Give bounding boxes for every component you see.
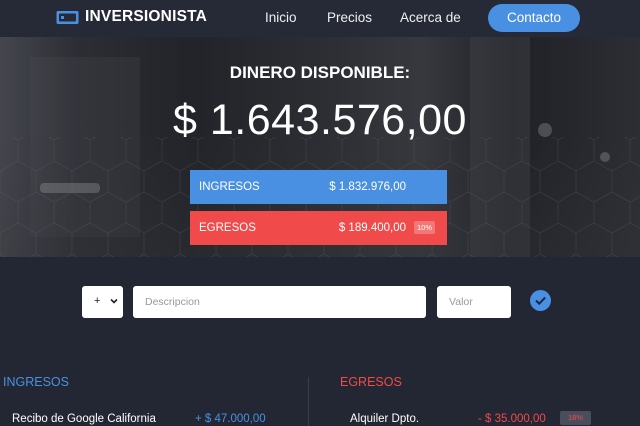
expense-summary-label: EGRESOS <box>199 222 256 234</box>
available-money-title: DINERO DISPONIBLE: <box>229 63 411 82</box>
expense-list-title: EGRESOS <box>340 375 402 389</box>
available-money-amount: $ 1.643.576,00 <box>173 96 467 144</box>
description-placeholder: Descripcion <box>145 296 200 308</box>
income-list-title: INGRESOS <box>3 375 69 389</box>
brand[interactable]: INVERSIONISTA <box>56 8 207 26</box>
expense-item-percentage: 18% <box>560 411 591 425</box>
add-entry-button[interactable] <box>530 290 551 311</box>
brand-name: INVERSIONISTA <box>85 8 208 25</box>
add-entry-form: + Descripcion Valor <box>0 257 640 347</box>
contact-button[interactable]: Contacto <box>488 4 580 32</box>
expense-item-description: Alquiler Dpto. <box>350 413 420 425</box>
nav-link-acerca[interactable]: Acerca de <box>400 10 461 25</box>
expense-item-value: - $ 35.000,00 <box>478 413 546 425</box>
navbar: INVERSIONISTA Inicio Precios Acerca de C… <box>0 0 640 37</box>
wallet-icon <box>56 10 79 24</box>
expense-percentage-badge: 10% <box>414 221 435 234</box>
nav-link-inicio[interactable]: Inicio <box>265 10 297 25</box>
chevron-down-icon <box>110 298 118 304</box>
income-item-value: + $ 47.000,00 <box>195 413 266 425</box>
value-input[interactable]: Valor <box>437 286 511 318</box>
nav-link-precios[interactable]: Precios <box>327 10 372 25</box>
transactions-lists: INGRESOS EGRESOS Recibo de Google Califo… <box>0 347 640 426</box>
income-summary-value: $ 1.832.976,00 <box>329 181 406 193</box>
income-summary: INGRESOS $ 1.832.976,00 <box>190 170 447 204</box>
value-placeholder: Valor <box>449 296 473 308</box>
lists-divider <box>308 377 309 426</box>
type-select-value: + <box>94 295 101 307</box>
expense-summary-value: $ 189.400,00 <box>338 222 406 234</box>
description-input[interactable]: Descripcion <box>133 286 426 318</box>
income-item-description: Recibo de Google California <box>12 413 156 425</box>
expense-summary: EGRESOS $ 189.400,00 10% <box>190 211 447 245</box>
check-icon <box>535 296 546 306</box>
income-summary-label: INGRESOS <box>199 181 260 193</box>
hero-section: DINERO DISPONIBLE: $ 1.643.576,00 INGRES… <box>0 37 640 257</box>
type-select[interactable]: + <box>82 286 123 318</box>
